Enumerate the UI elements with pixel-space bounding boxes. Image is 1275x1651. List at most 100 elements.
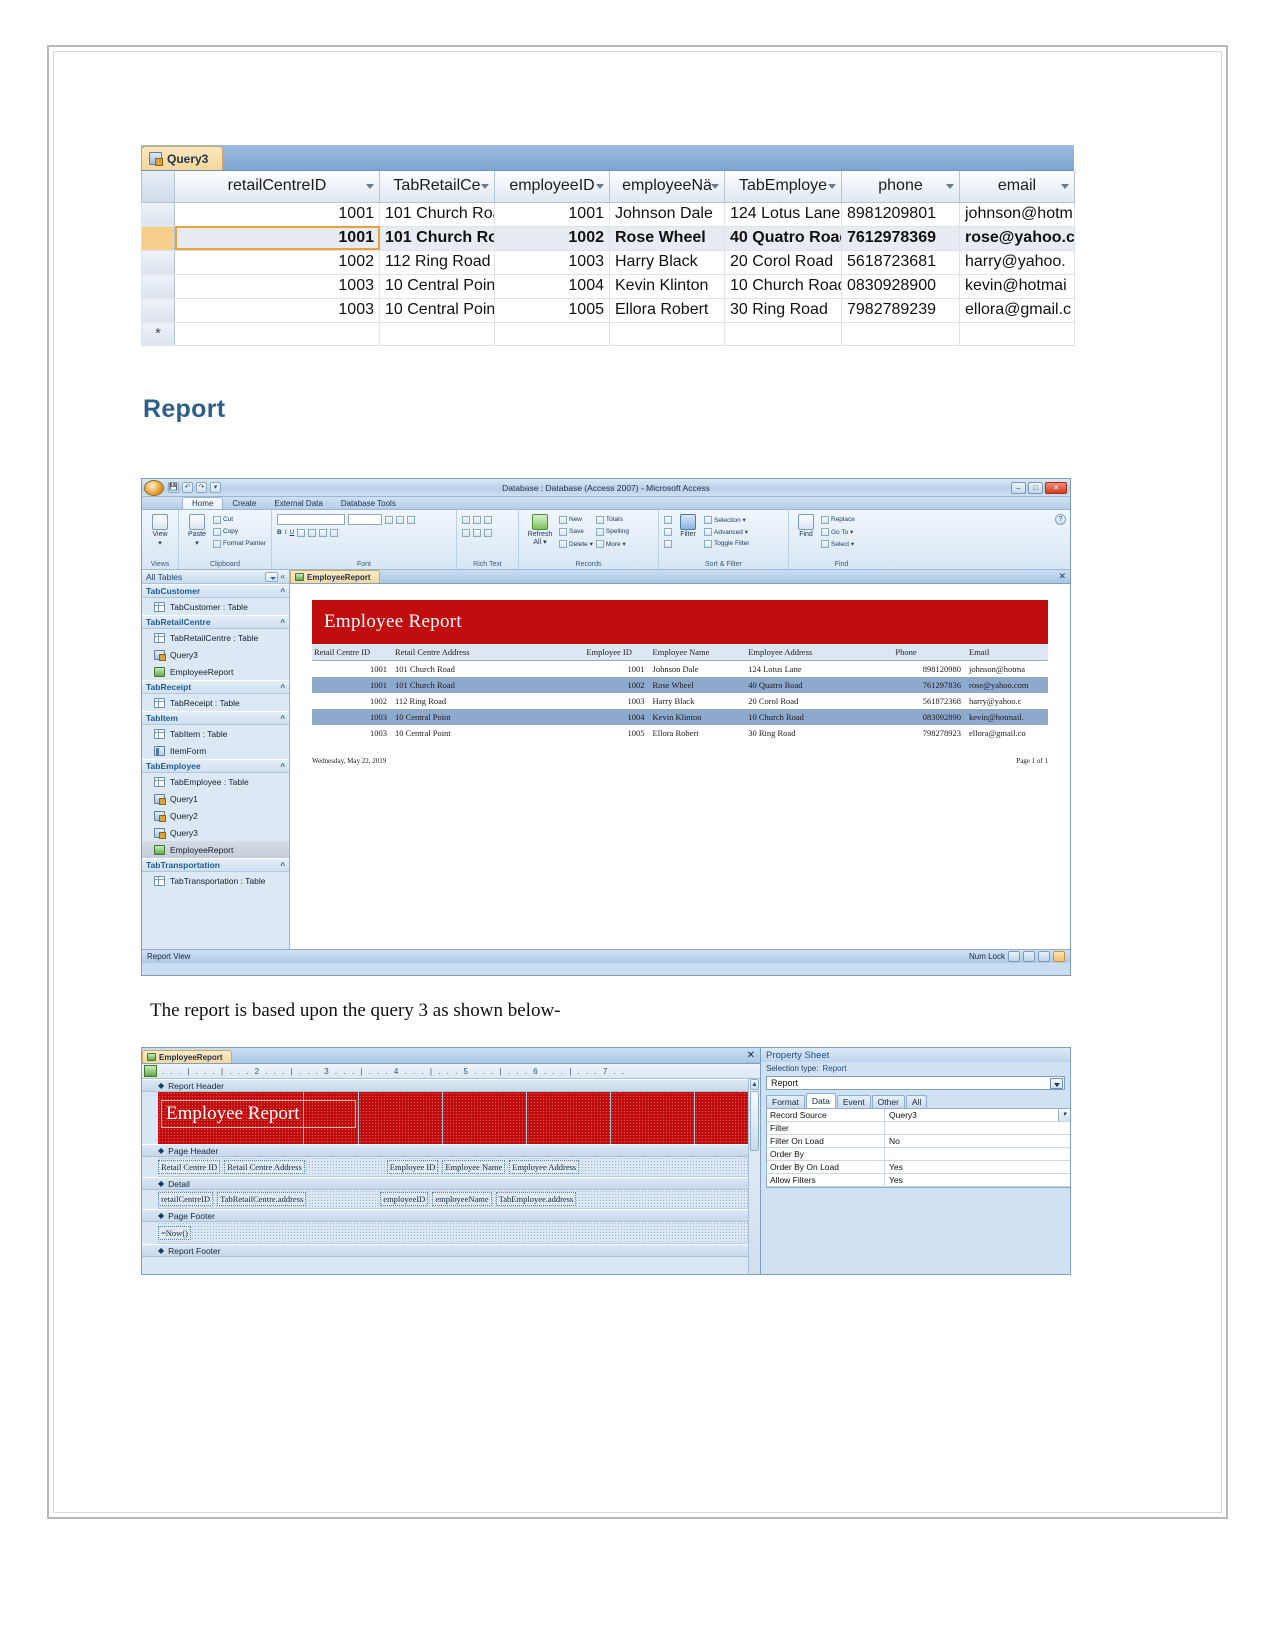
nav-pane-dropdown-icon[interactable] (264, 571, 278, 582)
property-value[interactable] (885, 1122, 1070, 1134)
table-row[interactable]: 1003 10 Central Poin 1004 Kevin Klinton … (141, 273, 1075, 299)
label-retail-centre-address[interactable]: Retail Centre Address (224, 1159, 305, 1174)
nav-item-tabcustomer-table[interactable]: TabCustomer : Table (142, 598, 289, 615)
row-selector[interactable] (141, 297, 175, 323)
cell-retailcentreid[interactable]: 1002 (174, 249, 380, 275)
nav-item-tabitem-table[interactable]: TabItem : Table (142, 725, 289, 742)
label-employee-id[interactable]: Employee ID (386, 1159, 439, 1174)
nav-item-tabreceipt-table[interactable]: TabReceipt : Table (142, 694, 289, 711)
tab-format[interactable]: Format (766, 1095, 805, 1108)
section-band-report-footer[interactable]: ◆ Report Footer (142, 1244, 760, 1257)
replace-button[interactable]: Replace (821, 514, 855, 525)
tab-other[interactable]: Other (871, 1095, 905, 1108)
new-cell[interactable] (494, 321, 610, 346)
nav-item-tabemployee-table[interactable]: TabEmployee : Table (142, 773, 289, 790)
cell-employeeaddress[interactable]: 20 Corol Road (724, 249, 842, 275)
property-row-order-by[interactable]: Order By (767, 1148, 1070, 1161)
cell-email[interactable]: kevin@hotmai (959, 273, 1075, 299)
property-row-record-source[interactable]: Record Source Query3 ▾ (767, 1109, 1070, 1122)
chevron-down-icon[interactable] (946, 184, 954, 190)
nav-item-query3-retail[interactable]: Query3 (142, 646, 289, 663)
more-button[interactable]: More ▾ (595, 538, 629, 549)
nav-item-itemform[interactable]: ItemForm (142, 742, 289, 759)
cell-employeeaddress[interactable]: 30 Ring Road (724, 297, 842, 323)
fill-color-icon[interactable] (308, 528, 317, 537)
column-header-employeename[interactable]: employeeNä (609, 171, 725, 203)
nav-group-tabitem[interactable]: TabItem ^ (142, 711, 289, 725)
new-record-row[interactable]: * (141, 321, 1075, 346)
format-painter-button[interactable]: Format Painter (213, 538, 266, 549)
section-band-page-footer[interactable]: ◆ Page Footer (142, 1209, 760, 1222)
chevron-down-icon[interactable] (828, 184, 836, 190)
cell-retailcentreid[interactable]: 1001 (174, 201, 380, 227)
detail-section[interactable]: retailCentreID TabRetailCentre.address e… (158, 1190, 760, 1209)
table-row[interactable]: 1001 101 Church Roa 1001 Johnson Dale 12… (141, 201, 1075, 227)
chevron-up-icon[interactable]: ^ (280, 762, 285, 771)
new-cell[interactable] (609, 321, 725, 346)
layout-view-icon[interactable] (1038, 951, 1050, 962)
nav-item-query1[interactable]: Query1 (142, 790, 289, 807)
gridlines-icon[interactable] (319, 528, 328, 537)
property-value[interactable]: Yes (885, 1161, 1070, 1173)
cell-employeeid[interactable]: 1005 (494, 297, 610, 323)
control-employeename[interactable]: employeeName (432, 1192, 492, 1206)
font-size-combo[interactable] (348, 514, 382, 525)
label-retail-centre-id[interactable]: Retail Centre ID (158, 1159, 221, 1174)
new-record-marker[interactable]: * (141, 321, 175, 346)
chevron-up-icon[interactable]: ^ (280, 683, 285, 692)
new-cell[interactable] (379, 321, 495, 346)
nav-item-tabtransportation-table[interactable]: TabTransportation : Table (142, 872, 289, 889)
clear-sort-button[interactable] (664, 538, 672, 549)
close-icon[interactable]: ✕ (1045, 481, 1067, 494)
property-value[interactable] (885, 1148, 1070, 1160)
column-header-email[interactable]: email (959, 171, 1075, 203)
nav-group-tabtransportation[interactable]: TabTransportation ^ (142, 858, 289, 872)
new-cell[interactable] (724, 321, 842, 346)
refresh-all-button[interactable]: Refresh All ▾ (524, 514, 556, 546)
chevron-up-icon[interactable]: ^ (280, 714, 285, 723)
control-now-expression[interactable]: =Now() (158, 1225, 191, 1240)
go-to-button[interactable]: Go To ▾ (821, 526, 855, 537)
close-design-icon[interactable]: ✕ (747, 1050, 755, 1061)
cell-employeename[interactable]: Harry Black (609, 249, 725, 275)
print-preview-icon[interactable] (1023, 951, 1035, 962)
tab-data[interactable]: Data (805, 1093, 836, 1108)
chevron-down-icon[interactable] (596, 184, 604, 190)
scrollbar-thumb[interactable] (750, 1091, 759, 1151)
column-header-employeeid[interactable]: employeeID (494, 171, 610, 203)
tab-query3[interactable]: Query3 (141, 146, 224, 170)
bold-button[interactable]: B (277, 529, 282, 536)
sort-ascending-button[interactable] (664, 514, 672, 525)
nav-group-tabretailcentre[interactable]: TabRetailCentre ^ (142, 615, 289, 629)
column-header-retailcentreid[interactable]: retailCentreID (174, 171, 380, 203)
tab-event[interactable]: Event (836, 1095, 871, 1108)
nav-item-employeereport-employee[interactable]: EmployeeReport (142, 841, 289, 858)
new-cell[interactable] (959, 321, 1075, 346)
delete-record-button[interactable]: Delete ▾ (559, 538, 593, 549)
column-header-tabemployee[interactable]: TabEmploye (724, 171, 842, 203)
office-button-icon[interactable] (144, 479, 164, 496)
chevron-down-icon[interactable] (1061, 184, 1069, 190)
section-band-detail[interactable]: ◆ Detail (142, 1177, 760, 1190)
nav-group-tabreceipt[interactable]: TabReceipt ^ (142, 680, 289, 694)
select-all-corner[interactable] (141, 171, 175, 203)
tab-employeereport-design[interactable]: EmployeeReport (142, 1050, 232, 1063)
numbering-icon[interactable] (473, 515, 481, 524)
italic-button[interactable]: I (285, 529, 287, 536)
row-selector[interactable] (141, 249, 175, 275)
close-document-icon[interactable]: ✕ (1058, 572, 1066, 581)
property-row-filter-on-load[interactable]: Filter On Load No (767, 1135, 1070, 1148)
cell-phone[interactable]: 7982789239 (841, 297, 960, 323)
decrease-indent-icon[interactable] (484, 515, 492, 524)
redo-icon[interactable]: ↷ (196, 482, 207, 493)
cell-employeeid[interactable]: 1003 (494, 249, 610, 275)
cell-retailcentreid[interactable]: 1001 (174, 225, 380, 251)
control-tabretailcentre-address[interactable]: TabRetailCentre.address (217, 1192, 307, 1206)
select-button[interactable]: Select ▾ (821, 538, 855, 549)
ribbon-tab-external-data[interactable]: External Data (265, 499, 331, 508)
filter-button[interactable]: Filter (675, 514, 701, 538)
view-button[interactable]: View ▾ (147, 514, 173, 547)
nav-pane-collapse-icon[interactable]: « (281, 572, 285, 581)
cell-email[interactable]: johnson@hotm (959, 201, 1075, 227)
nav-item-query3-employee[interactable]: Query3 (142, 824, 289, 841)
